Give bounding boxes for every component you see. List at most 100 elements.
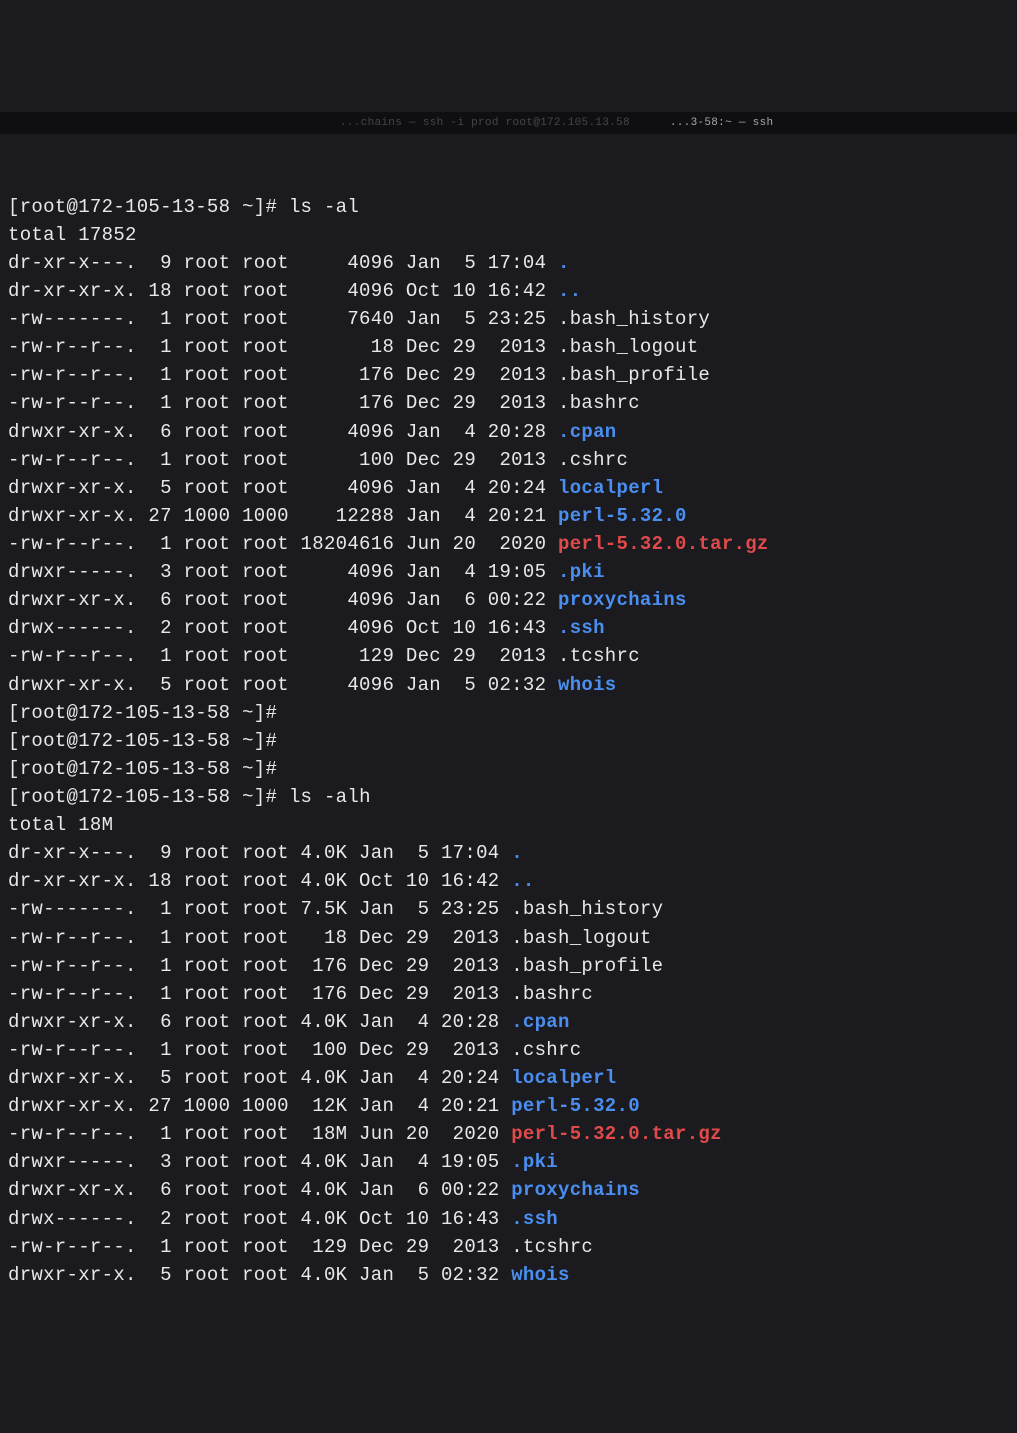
file-name: .bashrc: [511, 983, 593, 1005]
file-name: perl-5.32.0.tar.gz: [511, 1123, 722, 1145]
file-name: perl-5.32.0: [511, 1095, 640, 1117]
listing-row: dr-xr-xr-x. 18 root root 4096 Oct 10 16:…: [8, 277, 1009, 305]
file-name: proxychains: [558, 589, 687, 611]
file-meta: drwxr-xr-x. 5 root root 4096 Jan 4 20:24: [8, 477, 558, 499]
prompt: [root@172-105-13-58 ~]#: [8, 786, 277, 808]
file-meta: dr-xr-x---. 9 root root 4096 Jan 5 17:04: [8, 252, 558, 274]
file-meta: -rw-r--r--. 1 root root 18M Jun 20 2020: [8, 1123, 511, 1145]
file-name: whois: [558, 674, 617, 696]
file-meta: drwxr-xr-x. 6 root root 4096 Jan 4 20:28: [8, 421, 558, 443]
listing-row: -rw-r--r--. 1 root root 18 Dec 29 2013 .…: [8, 333, 1009, 361]
listing-row: drwxr-----. 3 root root 4096 Jan 4 19:05…: [8, 558, 1009, 586]
file-meta: -rw-r--r--. 1 root root 18 Dec 29 2013: [8, 927, 511, 949]
listing-row: -rw-r--r--. 1 root root 176 Dec 29 2013 …: [8, 980, 1009, 1008]
file-meta: drwxr-xr-x. 6 root root 4096 Jan 6 00:22: [8, 589, 558, 611]
listing-row: -rw-r--r--. 1 root root 18M Jun 20 2020 …: [8, 1120, 1009, 1148]
listing-row: -rw-r--r--. 1 root root 176 Dec 29 2013 …: [8, 389, 1009, 417]
file-meta: drwxr-xr-x. 27 1000 1000 12288 Jan 4 20:…: [8, 505, 558, 527]
listing-row: -rw-r--r--. 1 root root 129 Dec 29 2013 …: [8, 1233, 1009, 1261]
prompt-line[interactable]: [root@172-105-13-58 ~]#: [8, 755, 1009, 783]
tab-inactive[interactable]: ...chains — ssh -i prod root@172.105.13.…: [340, 115, 630, 131]
file-meta: drwx------. 2 root root 4.0K Oct 10 16:4…: [8, 1208, 511, 1230]
file-name: .: [511, 842, 523, 864]
file-name: .ssh: [511, 1208, 558, 1230]
file-meta: dr-xr-xr-x. 18 root root 4096 Oct 10 16:…: [8, 280, 558, 302]
prompt: [root@172-105-13-58 ~]#: [8, 730, 277, 752]
prompt: [root@172-105-13-58 ~]#: [8, 196, 277, 218]
file-meta: -rw-r--r--. 1 root root 100 Dec 29 2013: [8, 449, 558, 471]
file-meta: drwxr-xr-x. 6 root root 4.0K Jan 6 00:22: [8, 1179, 511, 1201]
listing-row: -rw-r--r--. 1 root root 100 Dec 29 2013 …: [8, 446, 1009, 474]
listing-row: -rw-------. 1 root root 7.5K Jan 5 23:25…: [8, 895, 1009, 923]
file-name: .bash_profile: [511, 955, 663, 977]
prompt-line[interactable]: [root@172-105-13-58 ~]# ls -al: [8, 193, 1009, 221]
listing-row: dr-xr-x---. 9 root root 4.0K Jan 5 17:04…: [8, 839, 1009, 867]
listing-row: -rw-r--r--. 1 root root 18 Dec 29 2013 .…: [8, 924, 1009, 952]
command-text: ls -al: [289, 196, 359, 218]
prompt: [root@172-105-13-58 ~]#: [8, 758, 277, 780]
file-meta: drwxr-xr-x. 6 root root 4.0K Jan 4 20:28: [8, 1011, 511, 1033]
file-meta: -rw-------. 1 root root 7640 Jan 5 23:25: [8, 308, 558, 330]
terminal-output[interactable]: [root@172-105-13-58 ~]# ls -altotal 1785…: [8, 193, 1009, 1289]
file-meta: drwxr-xr-x. 5 root root 4096 Jan 5 02:32: [8, 674, 558, 696]
file-meta: dr-xr-xr-x. 18 root root 4.0K Oct 10 16:…: [8, 870, 511, 892]
listing-row: -rw-------. 1 root root 7640 Jan 5 23:25…: [8, 305, 1009, 333]
total-line: total 17852: [8, 221, 1009, 249]
file-name: .pki: [511, 1151, 558, 1173]
tab-active[interactable]: ...3-58:~ — ssh: [670, 115, 774, 131]
listing-row: drwx------. 2 root root 4.0K Oct 10 16:4…: [8, 1205, 1009, 1233]
listing-row: drwxr-----. 3 root root 4.0K Jan 4 19:05…: [8, 1148, 1009, 1176]
listing-row: drwxr-xr-x. 5 root root 4.0K Jan 4 20:24…: [8, 1064, 1009, 1092]
listing-row: drwx------. 2 root root 4096 Oct 10 16:4…: [8, 614, 1009, 642]
file-name: ..: [511, 870, 534, 892]
listing-row: -rw-r--r--. 1 root root 176 Dec 29 2013 …: [8, 952, 1009, 980]
file-name: perl-5.32.0: [558, 505, 687, 527]
prompt-line[interactable]: [root@172-105-13-58 ~]#: [8, 699, 1009, 727]
file-meta: drwxr-xr-x. 27 1000 1000 12K Jan 4 20:21: [8, 1095, 511, 1117]
file-name: .tcshrc: [511, 1236, 593, 1258]
listing-row: drwxr-xr-x. 5 root root 4096 Jan 5 02:32…: [8, 671, 1009, 699]
file-name: .bash_history: [558, 308, 710, 330]
file-name: .bash_logout: [558, 336, 698, 358]
file-meta: -rw-r--r--. 1 root root 176 Dec 29 2013: [8, 392, 558, 414]
file-name: perl-5.32.0.tar.gz: [558, 533, 769, 555]
listing-row: drwxr-xr-x. 6 root root 4096 Jan 6 00:22…: [8, 586, 1009, 614]
listing-row: drwxr-xr-x. 6 root root 4.0K Jan 6 00:22…: [8, 1176, 1009, 1204]
listing-row: dr-xr-xr-x. 18 root root 4.0K Oct 10 16:…: [8, 867, 1009, 895]
file-name: whois: [511, 1264, 570, 1286]
file-name: ..: [558, 280, 581, 302]
file-meta: -rw-r--r--. 1 root root 176 Dec 29 2013: [8, 364, 558, 386]
listing-row: -rw-r--r--. 1 root root 18204616 Jun 20 …: [8, 530, 1009, 558]
file-meta: -rw-r--r--. 1 root root 129 Dec 29 2013: [8, 1236, 511, 1258]
file-name: proxychains: [511, 1179, 640, 1201]
file-meta: dr-xr-x---. 9 root root 4.0K Jan 5 17:04: [8, 842, 511, 864]
listing-row: drwxr-xr-x. 6 root root 4.0K Jan 4 20:28…: [8, 1008, 1009, 1036]
file-meta: drwxr-----. 3 root root 4.0K Jan 4 19:05: [8, 1151, 511, 1173]
file-meta: -rw-r--r--. 1 root root 176 Dec 29 2013: [8, 955, 511, 977]
file-name: localperl: [558, 477, 663, 499]
terminal-tabbar[interactable]: ...chains — ssh -i prod root@172.105.13.…: [0, 112, 1017, 134]
file-name: .cpan: [511, 1011, 570, 1033]
listing-row: drwxr-xr-x. 27 1000 1000 12K Jan 4 20:21…: [8, 1092, 1009, 1120]
listing-row: -rw-r--r--. 1 root root 176 Dec 29 2013 …: [8, 361, 1009, 389]
prompt-line[interactable]: [root@172-105-13-58 ~]#: [8, 727, 1009, 755]
file-name: .bash_logout: [511, 927, 651, 949]
file-meta: -rw-r--r--. 1 root root 176 Dec 29 2013: [8, 983, 511, 1005]
prompt: [root@172-105-13-58 ~]#: [8, 702, 277, 724]
file-name: .ssh: [558, 617, 605, 639]
command-text: ls -alh: [289, 786, 371, 808]
file-name: .cshrc: [511, 1039, 581, 1061]
file-meta: drwxr-xr-x. 5 root root 4.0K Jan 4 20:24: [8, 1067, 511, 1089]
file-meta: -rw-r--r--. 1 root root 18204616 Jun 20 …: [8, 533, 558, 555]
listing-row: -rw-r--r--. 1 root root 129 Dec 29 2013 …: [8, 642, 1009, 670]
listing-row: drwxr-xr-x. 5 root root 4.0K Jan 5 02:32…: [8, 1261, 1009, 1289]
file-name: .pki: [558, 561, 605, 583]
prompt-line[interactable]: [root@172-105-13-58 ~]# ls -alh: [8, 783, 1009, 811]
file-name: localperl: [511, 1067, 616, 1089]
file-meta: -rw-r--r--. 1 root root 18 Dec 29 2013: [8, 336, 558, 358]
listing-row: drwxr-xr-x. 27 1000 1000 12288 Jan 4 20:…: [8, 502, 1009, 530]
file-meta: -rw-r--r--. 1 root root 100 Dec 29 2013: [8, 1039, 511, 1061]
file-meta: drwxr-----. 3 root root 4096 Jan 4 19:05: [8, 561, 558, 583]
file-meta: drwxr-xr-x. 5 root root 4.0K Jan 5 02:32: [8, 1264, 511, 1286]
file-name: .bash_history: [511, 898, 663, 920]
